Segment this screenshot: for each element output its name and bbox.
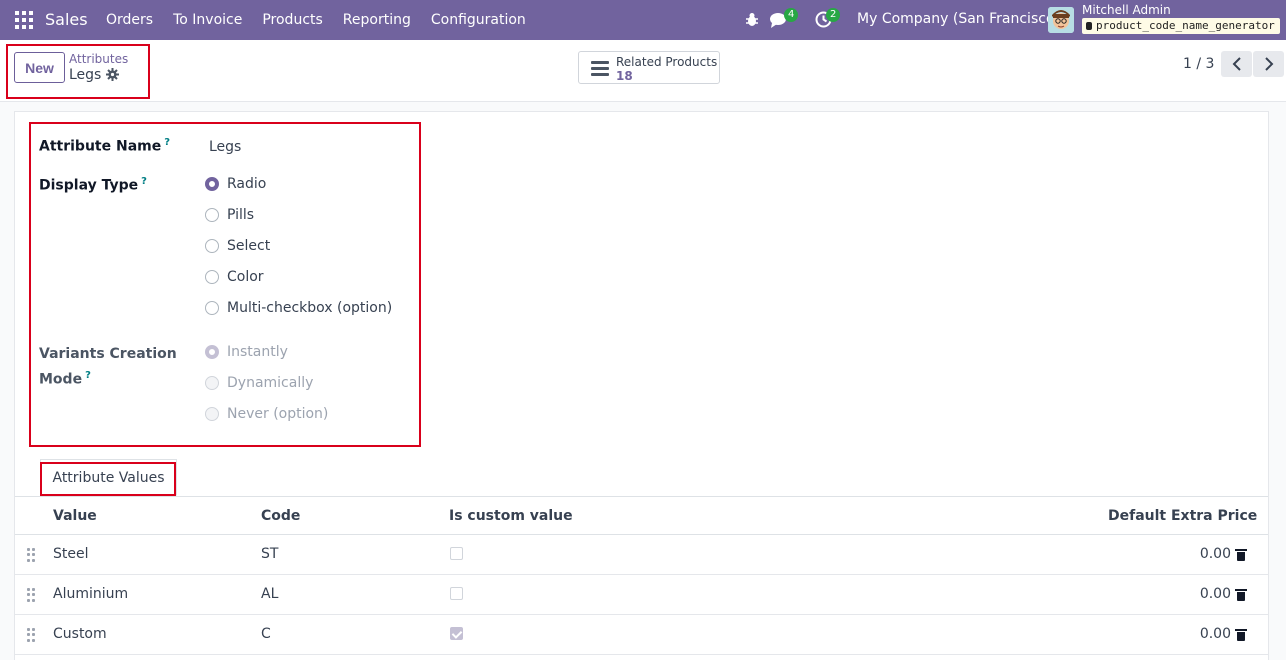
menu-products[interactable]: Products xyxy=(252,12,332,28)
row-code[interactable]: ST xyxy=(261,546,278,562)
variants-mode-never: Never (option) xyxy=(205,406,328,422)
row-extra-price[interactable]: 0.00 xyxy=(1200,626,1231,642)
help-tooltip-icon[interactable]: ? xyxy=(141,176,147,187)
column-code[interactable]: Code xyxy=(261,508,300,524)
chevron-left-icon xyxy=(1232,57,1241,71)
radio-indicator xyxy=(205,270,219,284)
delete-trash-icon[interactable] xyxy=(1235,629,1247,641)
display-type-color[interactable]: Color xyxy=(205,269,264,285)
breadcrumb-current: Legs xyxy=(69,67,102,83)
row-value[interactable]: Custom xyxy=(53,626,107,642)
column-value[interactable]: Value xyxy=(53,508,97,524)
column-default-extra-price[interactable]: Default Extra Price xyxy=(1108,508,1257,524)
menu-configuration[interactable]: Configuration xyxy=(421,12,536,28)
is-custom-checkbox[interactable] xyxy=(450,627,463,640)
is-custom-checkbox[interactable] xyxy=(450,547,463,560)
radio-indicator xyxy=(205,345,219,359)
attribute-name-label: Attribute Name? xyxy=(39,137,171,155)
menu-to-invoice[interactable]: To Invoice xyxy=(163,12,252,28)
database-name-chip: product_code_name_generator xyxy=(1082,18,1280,34)
attribute-name-field[interactable]: Legs xyxy=(209,139,241,155)
delete-trash-icon[interactable] xyxy=(1235,589,1247,601)
debug-bug-icon[interactable] xyxy=(745,12,759,27)
new-button[interactable]: New xyxy=(14,52,65,83)
drag-handle-icon[interactable] xyxy=(27,588,35,602)
control-panel: New Attributes Legs Related Products 18 … xyxy=(0,40,1286,102)
breadcrumb-attributes[interactable]: Attributes xyxy=(69,52,128,66)
list-icon xyxy=(591,61,609,76)
column-is-custom-value[interactable]: Is custom value xyxy=(449,508,573,524)
radio-indicator xyxy=(205,208,219,222)
display-type-multi-checkbox[interactable]: Multi-checkbox (option) xyxy=(205,300,392,316)
company-switcher[interactable]: My Company (San Francisco) xyxy=(857,11,1060,27)
smart-button-label: Related Products xyxy=(616,55,718,69)
pager-previous-button[interactable] xyxy=(1221,51,1252,77)
pager-next-button[interactable] xyxy=(1253,51,1284,77)
row-value[interactable]: Aluminium xyxy=(53,586,128,602)
row-extra-price[interactable]: 0.00 xyxy=(1200,546,1231,562)
display-type-radio[interactable]: Radio xyxy=(205,176,266,192)
menu-reporting[interactable]: Reporting xyxy=(333,12,421,28)
help-tooltip-icon[interactable]: ? xyxy=(85,370,91,381)
display-type-label: Display Type? xyxy=(39,176,147,194)
radio-indicator xyxy=(205,177,219,191)
chevron-right-icon xyxy=(1264,57,1273,71)
variants-creation-mode-label: Variants Creation Mode? xyxy=(39,346,177,388)
radio-indicator xyxy=(205,376,219,390)
related-products-smart-button[interactable]: Related Products 18 xyxy=(578,51,720,84)
row-code[interactable]: C xyxy=(261,626,271,642)
menu-orders[interactable]: Orders xyxy=(96,12,163,28)
top-navbar: Sales Orders To Invoice Products Reporti… xyxy=(0,0,1286,40)
app-name[interactable]: Sales xyxy=(45,10,88,29)
activities-count-badge: 2 xyxy=(826,8,841,22)
row-value[interactable]: Steel xyxy=(53,546,89,562)
help-tooltip-icon[interactable]: ? xyxy=(164,137,170,148)
smart-button-count: 18 xyxy=(616,69,633,83)
table-row[interactable]: Custom C 0.00 xyxy=(15,615,1268,655)
user-avatar[interactable] xyxy=(1048,7,1074,33)
gear-icon[interactable] xyxy=(106,68,119,81)
row-code[interactable]: AL xyxy=(261,586,278,602)
table-row[interactable]: Steel ST 0.00 xyxy=(15,535,1268,575)
radio-indicator xyxy=(205,239,219,253)
variants-mode-instantly: Instantly xyxy=(205,344,288,360)
radio-indicator xyxy=(205,407,219,421)
user-name[interactable]: Mitchell Admin xyxy=(1082,3,1171,17)
drag-handle-icon[interactable] xyxy=(27,628,35,642)
pager-value[interactable]: 1 / 3 xyxy=(1183,56,1214,72)
app-grid-icon[interactable] xyxy=(15,11,33,29)
values-table-header: Value Code Is custom value Default Extra… xyxy=(15,497,1268,535)
tab-attribute-values[interactable]: Attribute Values xyxy=(40,459,177,496)
messages-count-badge: 4 xyxy=(784,8,799,22)
is-custom-checkbox[interactable] xyxy=(450,587,463,600)
table-row[interactable]: Aluminium AL 0.00 xyxy=(15,575,1268,615)
display-type-pills[interactable]: Pills xyxy=(205,207,254,223)
radio-indicator xyxy=(205,301,219,315)
delete-trash-icon[interactable] xyxy=(1235,549,1247,561)
drag-handle-icon[interactable] xyxy=(27,548,35,562)
main-menu: Orders To Invoice Products Reporting Con… xyxy=(96,0,536,40)
variants-mode-dynamically: Dynamically xyxy=(205,375,313,391)
row-extra-price[interactable]: 0.00 xyxy=(1200,586,1231,602)
display-type-select[interactable]: Select xyxy=(205,238,270,254)
